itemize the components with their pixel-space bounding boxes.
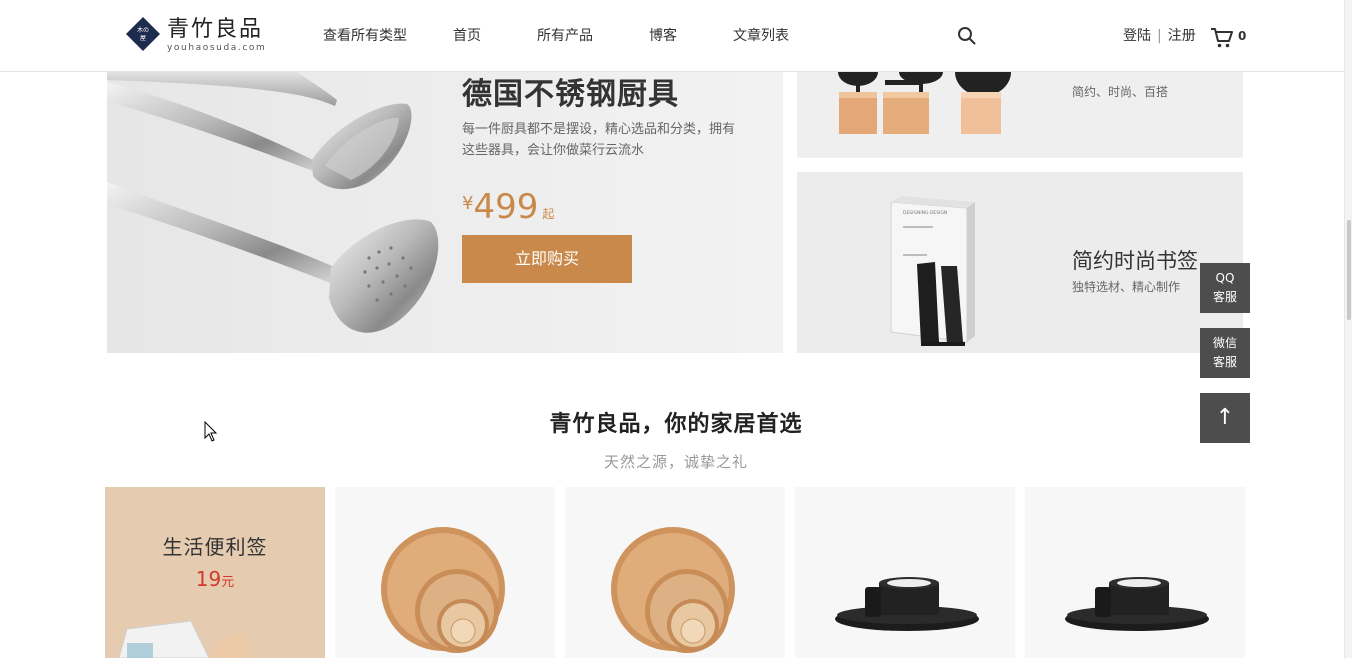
- svg-text:木の: 木の: [137, 26, 149, 34]
- nav-article-list[interactable]: 文章列表: [733, 27, 789, 45]
- product-card-sticky-notes[interactable]: 生活便利签 19元: [105, 487, 325, 658]
- back-to-top-button[interactable]: ↑: [1200, 393, 1250, 443]
- auth-separator: |: [1157, 28, 1162, 44]
- decor-image: [838, 72, 1011, 134]
- cart-icon[interactable]: [1210, 27, 1234, 49]
- banner-price: ¥499 起: [462, 187, 554, 227]
- register-link[interactable]: 注册: [1168, 28, 1196, 44]
- banner-description: 每一件厨具都不是摆设，精心选品和分类，拥有这些器具，会让你做菜行云流水: [462, 122, 736, 158]
- section-subtitle: 天然之源，诚挚之礼: [603, 453, 748, 471]
- decor-subtitle: 简约、时尚、百搭: [1072, 85, 1169, 99]
- site-header: 木の 屋 青竹良品 youhaosuda.com 查看所有类型 首页 所有产品 …: [0, 0, 1352, 72]
- wood-plates-image: [611, 527, 735, 653]
- logo-title: 青竹良品: [167, 17, 264, 42]
- price-suffix: 起: [542, 207, 555, 221]
- wechat-service-button[interactable]: 微信 客服: [1200, 328, 1250, 378]
- price-currency: ¥: [462, 193, 474, 214]
- product-card-wood-plates[interactable]: [335, 487, 555, 658]
- site-logo[interactable]: 木の 屋 青竹良品 youhaosuda.com: [126, 17, 276, 55]
- qq-service-label: 客服: [1212, 290, 1237, 304]
- logo-subtitle: youhaosuda.com: [167, 43, 267, 53]
- product-price: 19元: [105, 567, 325, 591]
- banner-bookends[interactable]: DESIGNING DESIGN 简约时尚书签 独特选材、精心制作: [797, 172, 1243, 353]
- page-scrollbar[interactable]: [1344, 0, 1352, 658]
- login-link[interactable]: 登陆: [1123, 28, 1151, 44]
- auth-links: 登陆 | 注册: [1123, 27, 1196, 45]
- scrollbar-thumb[interactable]: [1347, 220, 1351, 320]
- product-title: 生活便利签: [162, 535, 268, 559]
- wechat-label: 微信: [1212, 336, 1237, 350]
- banner-title: 德国不锈钢厨具: [462, 77, 679, 112]
- ladles-image: [107, 72, 439, 333]
- nav-blog[interactable]: 博客: [649, 27, 677, 45]
- logo-mark-icon: 木の 屋: [126, 17, 160, 51]
- banner-kitchenware[interactable]: 德国不锈钢厨具 每一件厨具都不是摆设，精心选品和分类，拥有这些器具，会让你做菜行…: [107, 72, 783, 353]
- search-icon[interactable]: [957, 26, 977, 46]
- buy-now-button[interactable]: 立即购买: [462, 235, 632, 283]
- candle-holder-image: [1065, 577, 1209, 631]
- arrow-up-icon: ↑: [1215, 405, 1235, 430]
- wood-plates-image: [381, 527, 505, 653]
- cursor-icon: [204, 421, 218, 442]
- wechat-service-label: 客服: [1212, 355, 1237, 369]
- qq-label: QQ: [1215, 271, 1235, 285]
- book-text: DESIGNING DESIGN: [903, 210, 947, 216]
- candle-holder-image: [835, 577, 979, 631]
- price-value: 499: [473, 187, 539, 227]
- product-card-candle-holder[interactable]: [795, 487, 1015, 658]
- bookends-title: 简约时尚书签: [1072, 249, 1198, 273]
- bookends-image: DESIGNING DESIGN: [890, 196, 975, 346]
- section-title: 青竹良品，你的家居首选: [549, 412, 803, 437]
- product-card-candle-holder-2[interactable]: [1025, 487, 1245, 658]
- qq-service-button[interactable]: QQ 客服: [1200, 263, 1250, 313]
- svg-text:屋: 屋: [140, 35, 146, 42]
- nav-all-types[interactable]: 查看所有类型: [323, 27, 407, 45]
- product-price-unit: 元: [221, 575, 235, 590]
- product-card-wood-plates-2[interactable]: [565, 487, 785, 658]
- sticky-notes-image: [118, 620, 251, 658]
- banner-nordic-decor[interactable]: 简约、时尚、百搭: [797, 72, 1243, 158]
- nav-all-products[interactable]: 所有产品: [537, 27, 593, 45]
- cart-count[interactable]: 0: [1238, 29, 1246, 43]
- nav-home[interactable]: 首页: [453, 27, 481, 45]
- bookends-subtitle: 独特选材、精心制作: [1072, 280, 1181, 294]
- product-price-value: 19: [195, 567, 222, 591]
